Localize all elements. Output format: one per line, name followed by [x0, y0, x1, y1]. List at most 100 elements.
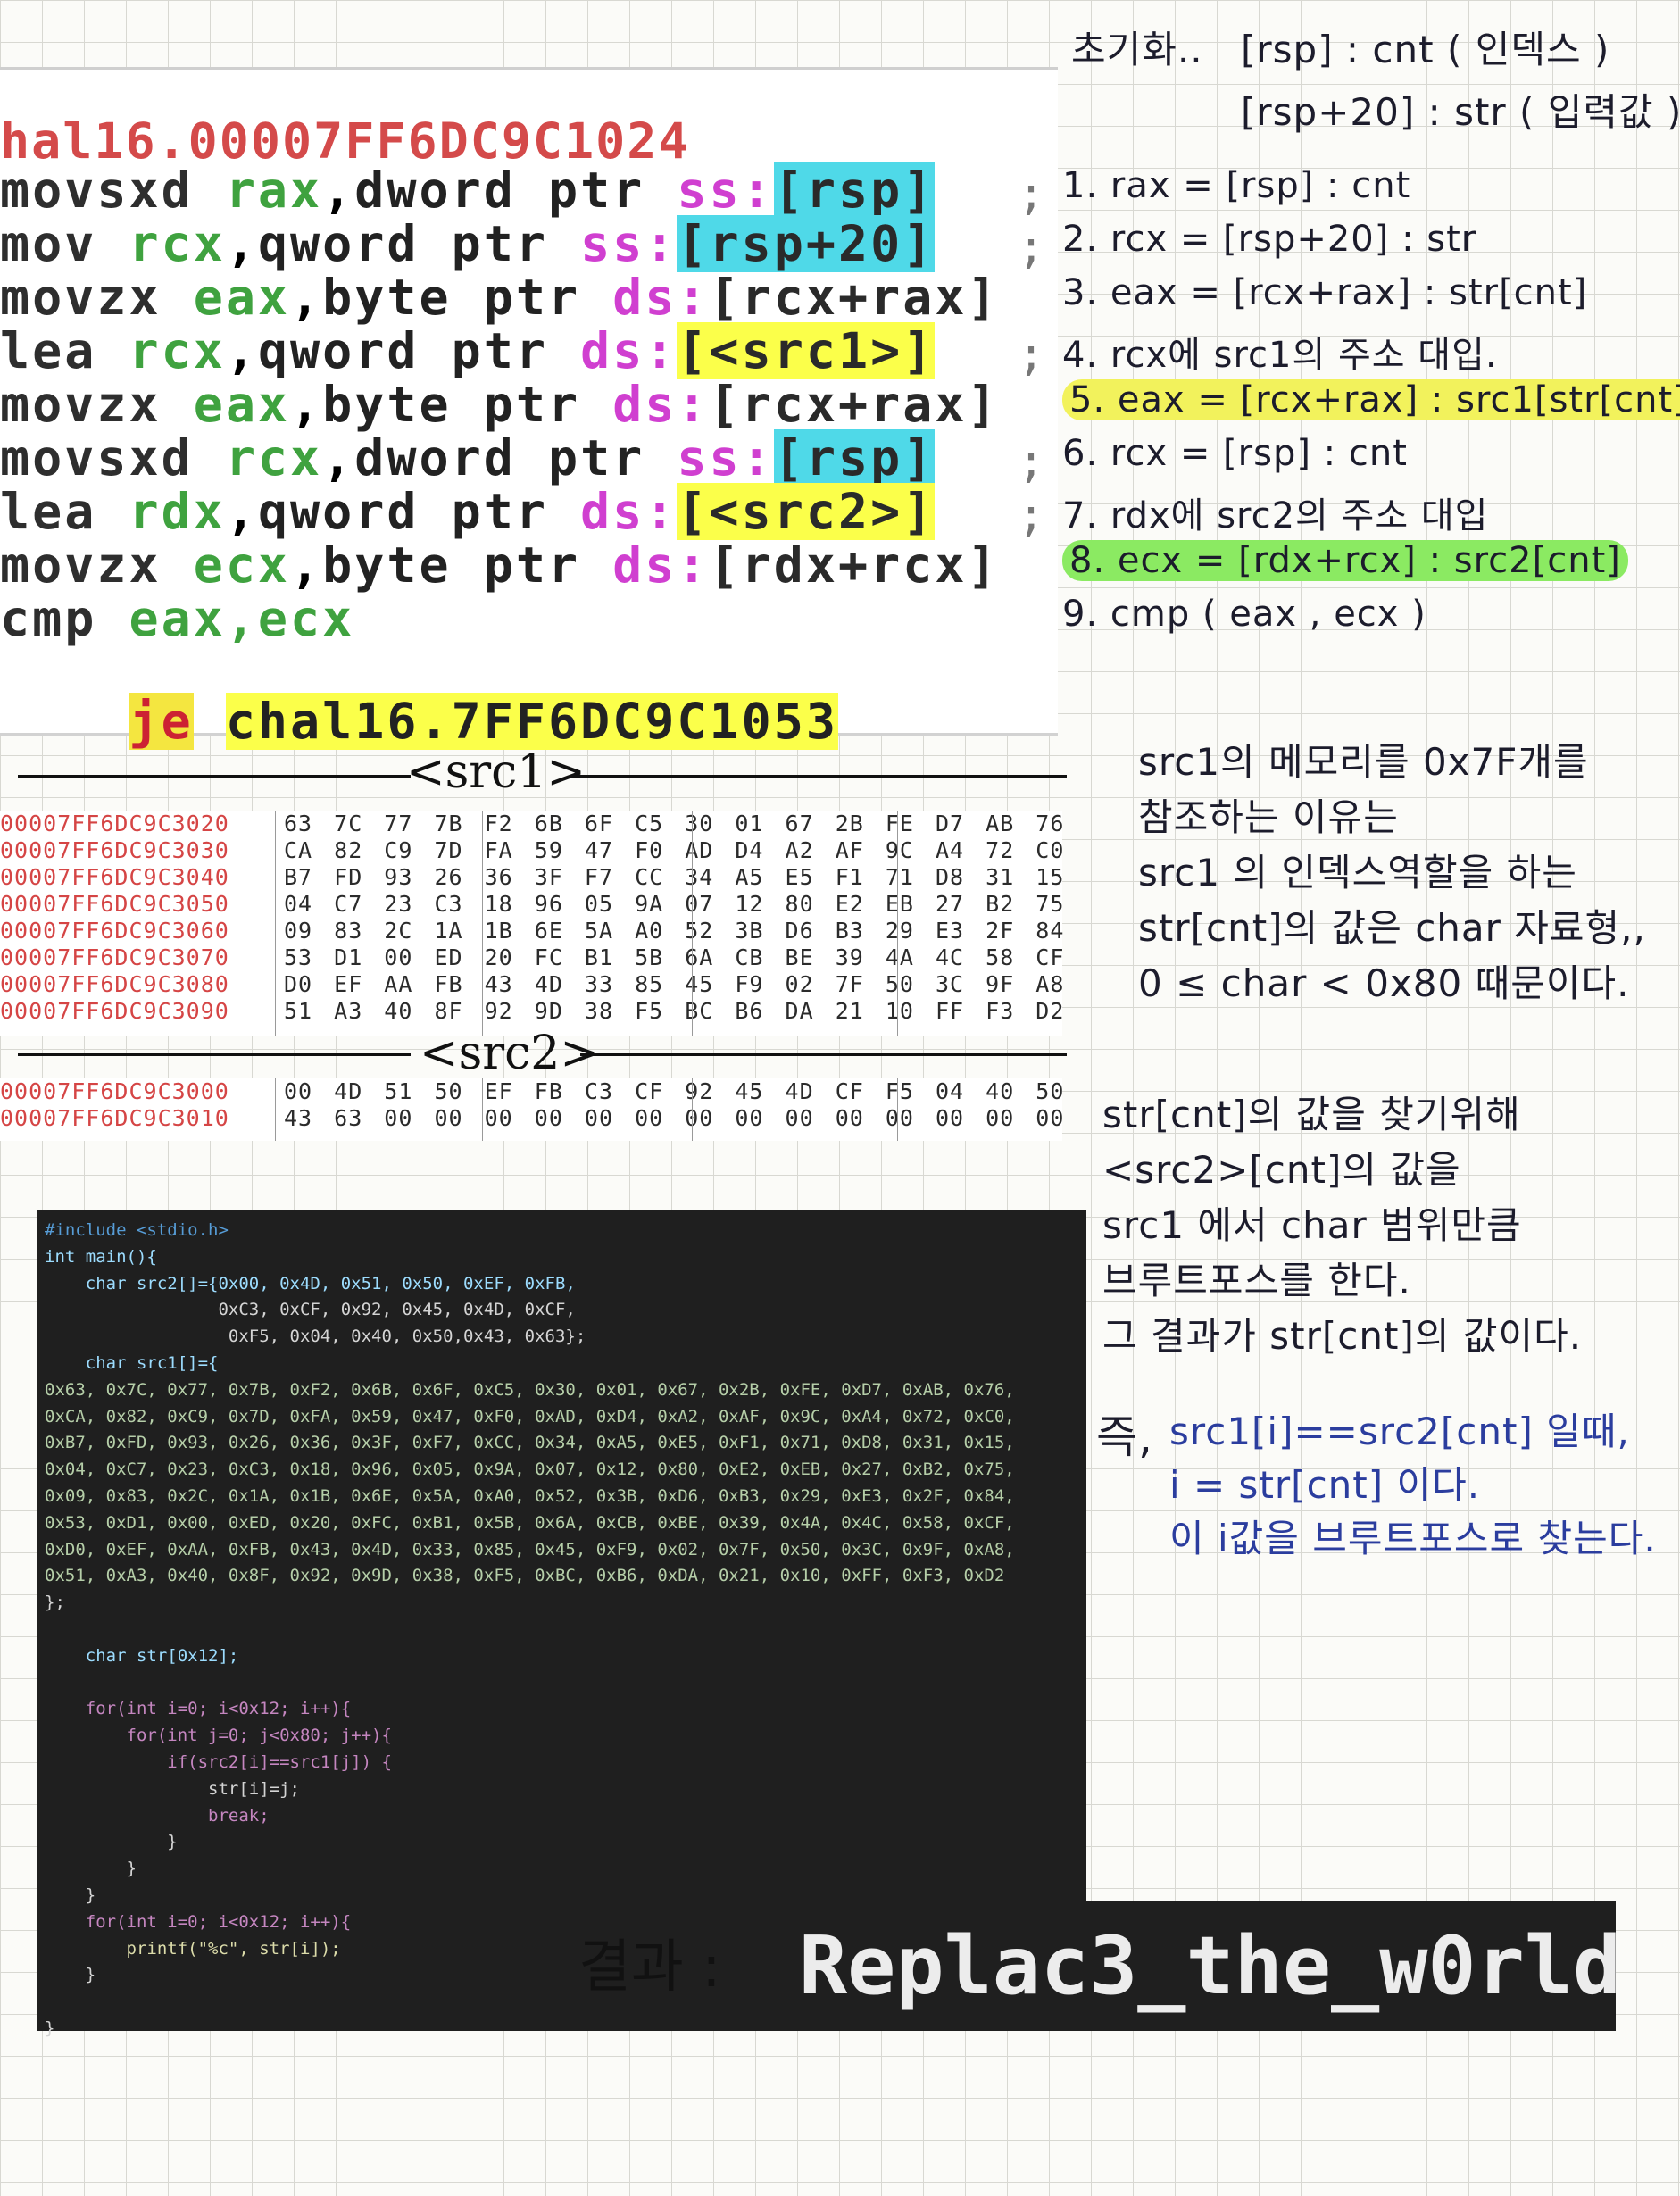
- code-line: #include <stdio.h>: [45, 1220, 229, 1240]
- memory-bytes: 51 A3 40 8F 92 9D 38 F5 BC B6 DA 21 10 F…: [284, 998, 1065, 1024]
- asm-line[interactable]: movsxd rax,dword ptr ss:[rsp]: [0, 162, 936, 219]
- step-text: 2. rcx = [rsp+20] : str: [1062, 219, 1477, 260]
- init-title: 초기화..: [1071, 28, 1203, 71]
- conclusion-prefix: 즉,: [1096, 1411, 1153, 1463]
- asm-register: rcx: [225, 429, 323, 487]
- memory-row[interactable]: 00007FF6DC9C3020 63 7C 77 7B F2 6B 6F C5 …: [0, 811, 1065, 837]
- memory-address: 00007FF6DC9C3060: [0, 918, 229, 944]
- code-line: break;: [45, 1805, 270, 1826]
- note-line: 그 결과가 str[cnt]의 값이다.: [1102, 1314, 1583, 1358]
- asm-operand: [rsp+20]: [677, 215, 936, 272]
- asm-mnemonic: cmp: [0, 590, 97, 647]
- step-note-3: 3. eax = [rcx+rax] : str[cnt]: [1062, 272, 1587, 313]
- asm-line[interactable]: lea rdx,qword ptr ds:[<src2>]: [0, 483, 936, 540]
- step-note-2: 2. rcx = [rsp+20] : str: [1062, 219, 1476, 260]
- result-output: Replac3_the_w0rld: [777, 1901, 1621, 2031]
- code-line: for(int j=0; j<0x80; j++){: [45, 1726, 392, 1746]
- step-note-6: 6. rcx = [rsp] : cnt: [1062, 433, 1408, 474]
- src1-memory-dump: 00007FF6DC9C3020 63 7C 77 7B F2 6B 6F C5 …: [0, 811, 1065, 1036]
- memory-address: 00007FF6DC9C3040: [0, 864, 229, 890]
- memory-row[interactable]: 00007FF6DC9C3070 53 D1 00 ED 20 FC B1 5B …: [0, 944, 1063, 971]
- asm-line[interactable]: cmp eax,ecx: [0, 592, 354, 645]
- asm-segment: ds: [580, 483, 645, 540]
- memory-bytes: 63 7C 77 7B F2 6B 6F C5 30 01 67 2B FE D…: [284, 811, 1065, 836]
- src2-memory-dump: 00007FF6DC9C3000 00 4D 51 50 EF FB C3 CF …: [0, 1078, 1063, 1141]
- code-line: 0x51, 0xA3, 0x40, 0x8F, 0x92, 0x9D, 0x38…: [45, 1566, 1005, 1586]
- code-line: if(src2[i]==src1[j]) {: [45, 1752, 392, 1772]
- code-line: }: [45, 1885, 96, 1905]
- asm-register: eax: [193, 376, 291, 433]
- note-line: 이 i값을 브루트포스로 찾는다.: [1169, 1517, 1657, 1560]
- code-line: int main(){: [45, 1246, 157, 1267]
- src2-label: <src2>: [420, 1027, 599, 1080]
- memory-row[interactable]: 00007FF6DC9C3060 09 83 2C 1A 1B 6E 5A A0 …: [0, 918, 1063, 944]
- asm-line[interactable]: mov rcx,qword ptr ss:[rsp+20]: [0, 215, 936, 272]
- asm-segment: ss: [677, 429, 742, 487]
- note-line: src1 의 인덱스역할을 하는: [1138, 851, 1577, 894]
- result-label: 결과 :: [578, 1934, 721, 2001]
- column-separator: [692, 811, 693, 1036]
- memory-row[interactable]: 00007FF6DC9C3080 D0 EF AA FB 43 4D 33 85 …: [0, 971, 1065, 998]
- code-line: char src1[]={: [45, 1353, 219, 1373]
- memory-address: 00007FF6DC9C3090: [0, 998, 229, 1024]
- step-text: 7. rdx에 src2의 주소 대입: [1062, 495, 1489, 537]
- note-line: <src2>[cnt]의 값을: [1102, 1148, 1461, 1192]
- note-line: i = str[cnt] 이다.: [1169, 1463, 1481, 1507]
- asm-comment-marker: ;: [1018, 489, 1045, 541]
- code-line: char src2[]={0x00, 0x4D, 0x51, 0x50, 0xE…: [45, 1273, 576, 1293]
- step-text: 3. eax = [rcx+rax] : str[cnt]: [1062, 272, 1588, 313]
- note-line: src1[i]==src2[cnt] 일때,: [1169, 1410, 1630, 1453]
- note-line: str[cnt]의 값을 찾기위해: [1102, 1093, 1521, 1136]
- je-instruction[interactable]: je chal16.7FF6DC9C1053: [0, 641, 838, 750]
- src2-divider-right: [580, 1053, 1067, 1056]
- step-text: 4. rcx에 src1의 주소 대입.: [1062, 335, 1498, 376]
- code-line: str[i]=j;: [45, 1778, 300, 1799]
- disassembly-top-band: [0, 70, 1058, 108]
- code-line: 0x53, 0xD1, 0x00, 0xED, 0x20, 0xFC, 0xB1…: [45, 1512, 1015, 1533]
- step-text: 6. rcx = [rsp] : cnt: [1062, 433, 1408, 474]
- asm-segment: ss: [677, 162, 742, 219]
- code-line: 0x09, 0x83, 0x2C, 0x1A, 0x1B, 0x6E, 0x5A…: [45, 1486, 1015, 1506]
- asm-line[interactable]: movzx ecx,byte ptr ds:[rdx+rcx]: [0, 538, 1000, 592]
- asm-size: qword ptr: [257, 322, 548, 379]
- code-line: for(int i=0; i<0x12; i++){: [45, 1911, 352, 1932]
- memory-row[interactable]: 00007FF6DC9C3090 51 A3 40 8F 92 9D 38 F5 …: [0, 998, 1065, 1025]
- code-line: char str[0x12];: [45, 1645, 239, 1666]
- disassembly-panel: hal16.00007FF6DC9C1024 movsxd rax,dword …: [0, 67, 1058, 750]
- memory-row[interactable]: 00007FF6DC9C3050 04 C7 23 C3 18 96 05 9A …: [0, 891, 1063, 918]
- code-line: 0xB7, 0xFD, 0x93, 0x26, 0x36, 0x3F, 0xF7…: [45, 1433, 1015, 1453]
- asm-register: eax,ecx: [129, 590, 355, 647]
- code-line: for(int i=0; i<0x12; i++){: [45, 1699, 352, 1719]
- src1-label: <src1>: [406, 745, 586, 799]
- asm-size: qword ptr: [257, 483, 548, 540]
- step-text: 9. cmp ( eax , ecx ): [1062, 594, 1426, 635]
- memory-row[interactable]: 00007FF6DC9C3010 43 63 00 00 00 00 00 00 …: [0, 1105, 1063, 1132]
- memory-address: 00007FF6DC9C3080: [0, 971, 229, 997]
- memory-bytes: B7 FD 93 26 36 3F F7 CC 34 A5 E5 F1 71 D…: [284, 864, 1065, 890]
- code-line: 0x63, 0x7C, 0x77, 0x7B, 0xF2, 0x6B, 0x6F…: [45, 1379, 1015, 1400]
- memory-address: 00007FF6DC9C3070: [0, 944, 229, 970]
- asm-line[interactable]: movsxd rcx,dword ptr ss:[rsp]: [0, 429, 936, 487]
- asm-operand: [rsp]: [773, 162, 936, 219]
- memory-row[interactable]: 00007FF6DC9C3040 B7 FD 93 26 36 3F F7 CC …: [0, 864, 1065, 891]
- note-line: str[cnt]의 값은 char 자료형,,: [1138, 906, 1646, 950]
- asm-line[interactable]: movzx eax,byte ptr ds:[rcx+rax]: [0, 270, 1000, 324]
- asm-register: rcx: [129, 215, 226, 272]
- step-note-4: 4. rcx에 src1의 주소 대입.: [1062, 326, 1498, 378]
- code-line: 0xCA, 0x82, 0xC9, 0x7D, 0xFA, 0x59, 0x47…: [45, 1406, 1015, 1427]
- asm-line[interactable]: movzx eax,byte ptr ds:[rcx+rax]: [0, 378, 1000, 431]
- note-line: src1 에서 char 범위만큼: [1102, 1203, 1522, 1247]
- asm-register: rax: [225, 162, 323, 219]
- note-line: 참조하는 이유는: [1138, 795, 1399, 839]
- asm-comment-marker: ;: [1018, 436, 1045, 487]
- memory-row[interactable]: 00007FF6DC9C3000 00 4D 51 50 EF FB C3 CF …: [0, 1078, 1063, 1105]
- memory-bytes: D0 EF AA FB 43 4D 33 85 45 F9 02 7F 50 3…: [284, 971, 1065, 997]
- asm-line[interactable]: lea rcx,qword ptr ds:[<src1>]: [0, 322, 936, 379]
- asm-segment: ds: [612, 376, 678, 433]
- asm-comment-marker: ;: [1018, 168, 1045, 220]
- je-target: chal16.7FF6DC9C1053: [225, 693, 838, 750]
- column-separator: [275, 811, 276, 1036]
- asm-comment-marker: ;: [1018, 329, 1045, 380]
- memory-row[interactable]: 00007FF6DC9C3030 CA 82 C9 7D FA 59 47 F0 …: [0, 837, 1063, 864]
- step-note-5: 5. eax = [rcx+rax] : src1[str[cnt]]: [1062, 379, 1680, 420]
